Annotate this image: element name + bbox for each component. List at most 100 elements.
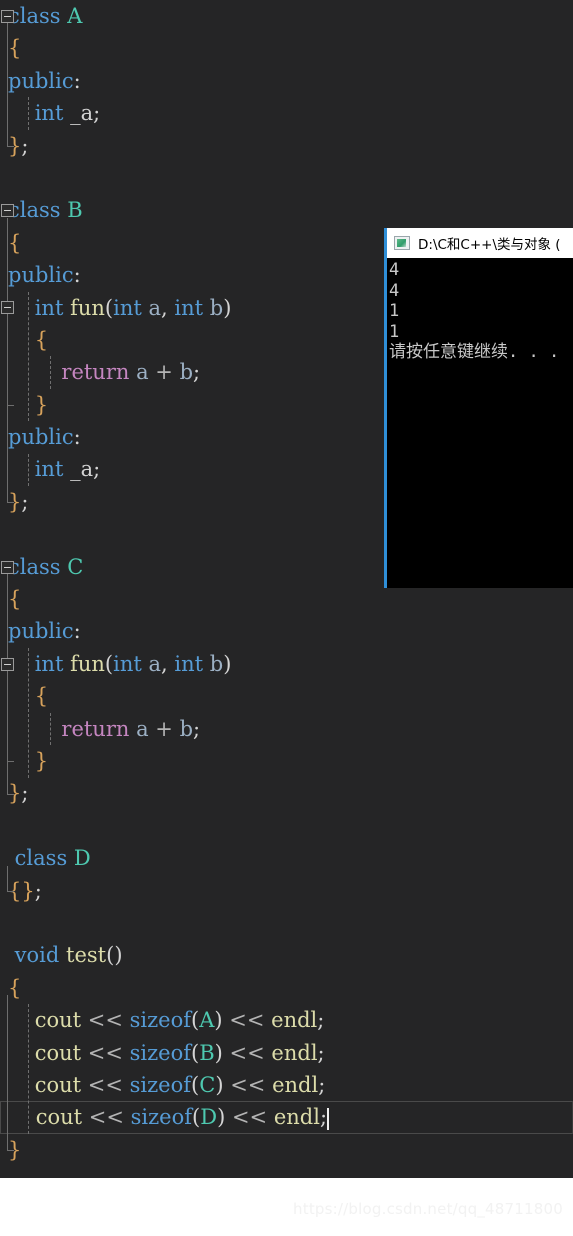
- code-token: ;: [318, 1072, 326, 1097]
- code-token: ;: [34, 878, 42, 903]
- code-line[interactable]: {};: [0, 875, 573, 907]
- code-token: cout: [34, 1008, 82, 1033]
- code-line[interactable]: public:: [0, 615, 573, 647]
- code-token: a: [136, 360, 149, 385]
- console-window[interactable]: D:\C和C++\类与对象 ( 4 4 1 1 请按任意键继续. . .: [385, 228, 573, 588]
- code-line[interactable]: public:: [0, 65, 573, 97]
- console-output-line: 4: [389, 280, 400, 301]
- code-line[interactable]: class A: [0, 0, 573, 32]
- code-token: sizeof: [129, 1008, 192, 1033]
- code-token: (): [106, 943, 123, 968]
- code-token: sizeof: [129, 1040, 192, 1065]
- code-token: ): [214, 1040, 223, 1065]
- code-token: int: [34, 101, 64, 126]
- code-line[interactable]: return a + b;: [0, 713, 573, 745]
- code-token: ;: [317, 1008, 325, 1033]
- code-token: ;: [193, 716, 201, 741]
- fold-toggle-icon[interactable]: [1, 657, 14, 671]
- code-editor[interactable]: class A { public: int _a;}; class B { public:…: [0, 0, 573, 1178]
- code-line[interactable]: [0, 162, 573, 194]
- fold-toggle-icon[interactable]: [1, 204, 14, 218]
- code-token: ;: [93, 101, 101, 126]
- code-token: {: [34, 327, 49, 352]
- code-token: +: [148, 360, 180, 385]
- code-token: }: [8, 489, 22, 514]
- code-token: (: [192, 1105, 201, 1130]
- code-token: +: [148, 716, 180, 741]
- code-token: endl: [273, 1105, 320, 1130]
- code-token: {: [34, 684, 49, 709]
- code-token: ;: [21, 489, 29, 514]
- code-token: _a: [70, 457, 94, 482]
- code-line[interactable]: cout << sizeof(C) << endl;: [0, 1069, 573, 1101]
- code-token: {}: [8, 878, 35, 903]
- code-token: void: [8, 943, 60, 968]
- code-line[interactable]: };: [0, 130, 573, 162]
- code-token: ;: [319, 1105, 328, 1130]
- code-token: B: [67, 198, 83, 223]
- code-token: int: [113, 651, 142, 676]
- code-token: class: [8, 846, 74, 871]
- code-token: <<: [223, 1072, 273, 1097]
- code-line[interactable]: cout << sizeof(B) << endl;: [0, 1037, 573, 1069]
- code-line[interactable]: class B: [0, 194, 573, 226]
- code-token: }: [34, 392, 49, 417]
- code-line[interactable]: {: [0, 972, 573, 1004]
- code-token: {: [8, 36, 22, 61]
- fold-toggle-icon[interactable]: [1, 9, 14, 23]
- console-titlebar[interactable]: D:\C和C++\类与对象 (: [385, 228, 573, 258]
- code-token: <<: [222, 1008, 272, 1033]
- fold-toggle-icon[interactable]: [1, 301, 14, 315]
- code-token: a: [136, 716, 149, 741]
- code-token: ): [214, 1008, 223, 1033]
- code-line[interactable]: }: [0, 1134, 573, 1166]
- code-line[interactable]: {: [0, 32, 573, 64]
- fold-toggle-icon[interactable]: [1, 560, 14, 574]
- console-app-icon: [394, 236, 410, 250]
- code-line[interactable]: };: [0, 777, 573, 809]
- code-line[interactable]: [0, 907, 573, 939]
- code-token: ): [223, 295, 232, 320]
- code-token: {: [8, 230, 22, 255]
- code-token: endl: [272, 1072, 319, 1097]
- code-token: b: [179, 716, 194, 741]
- code-token: int: [34, 457, 64, 482]
- code-token: cout: [34, 1040, 82, 1065]
- code-token: ): [215, 1072, 224, 1097]
- code-token: int: [34, 651, 64, 676]
- code-token: :: [73, 425, 81, 450]
- code-token: endl: [271, 1008, 318, 1033]
- code-token: a: [148, 651, 162, 676]
- code-token: ): [223, 651, 232, 676]
- code-token: D: [73, 846, 91, 871]
- code-token: D: [200, 1105, 218, 1130]
- code-token: public: [8, 619, 74, 644]
- code-line[interactable]: {: [0, 680, 573, 712]
- code-line[interactable]: void test(): [0, 939, 573, 971]
- code-line[interactable]: cout << sizeof(D) << endl;: [0, 1101, 573, 1134]
- code-token: C: [67, 554, 84, 579]
- code-line[interactable]: class D: [0, 842, 573, 874]
- code-line[interactable]: }: [0, 745, 573, 777]
- console-output: 4 4 1 1 请按任意键继续. . .: [385, 258, 573, 588]
- code-line[interactable]: int fun(int a, int b): [0, 648, 573, 680]
- code-line[interactable]: [0, 810, 573, 842]
- code-line[interactable]: int _a;: [0, 97, 573, 129]
- code-token: b: [179, 360, 194, 385]
- code-token: ;: [21, 133, 29, 158]
- code-token: b: [209, 295, 224, 320]
- code-token: }: [8, 133, 22, 158]
- code-token: <<: [222, 1040, 272, 1065]
- code-token: sizeof: [130, 1105, 193, 1130]
- code-line[interactable]: cout << sizeof(A) << endl;: [0, 1004, 573, 1036]
- code-token: :: [73, 263, 81, 288]
